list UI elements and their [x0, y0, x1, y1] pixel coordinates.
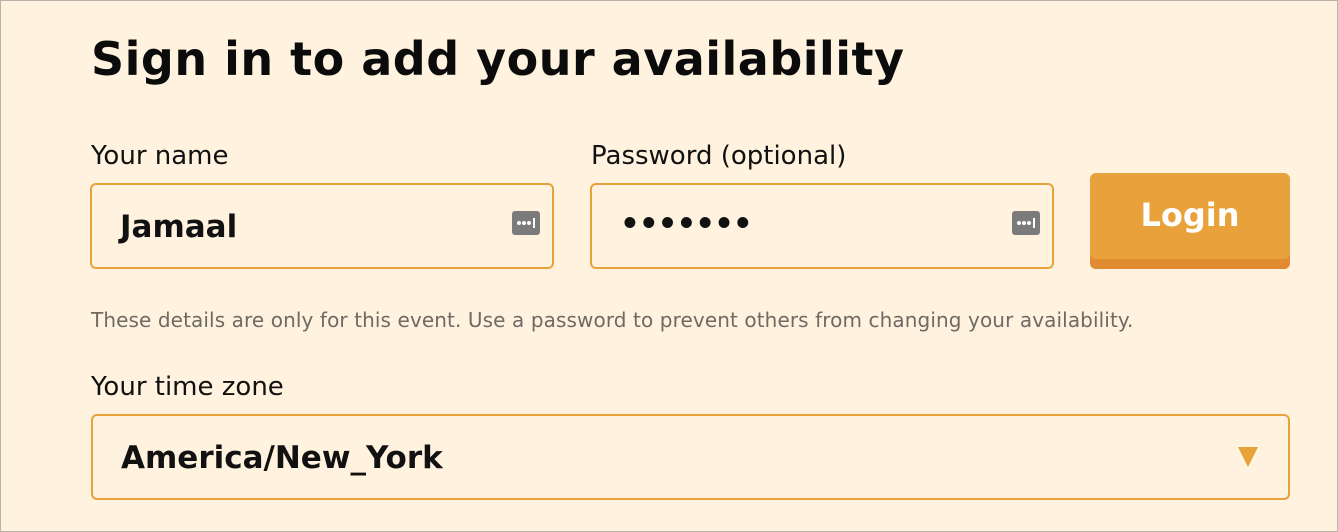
name-input-value[interactable]: Jamaal — [120, 207, 237, 247]
page-title: Sign in to add your availability — [91, 32, 905, 86]
password-manager-icon[interactable] — [1012, 211, 1040, 235]
name-label: Your name — [91, 141, 229, 171]
timezone-select-value[interactable]: America/New_York — [121, 438, 443, 478]
chevron-down-icon[interactable] — [1238, 447, 1258, 467]
timezone-select[interactable]: America/New_York — [91, 414, 1290, 500]
helper-text: These details are only for this event. U… — [91, 308, 1134, 332]
name-input[interactable]: Jamaal — [90, 183, 554, 269]
password-input-value[interactable]: ••••••• — [620, 204, 753, 244]
timezone-label: Your time zone — [91, 372, 284, 402]
password-input[interactable]: ••••••• — [590, 183, 1054, 269]
login-panel: Sign in to add your availability Your na… — [0, 0, 1338, 532]
password-manager-icon[interactable] — [512, 211, 540, 235]
login-button[interactable]: Login — [1090, 173, 1290, 269]
login-button-label: Login — [1140, 196, 1240, 234]
password-label: Password (optional) — [591, 141, 847, 171]
